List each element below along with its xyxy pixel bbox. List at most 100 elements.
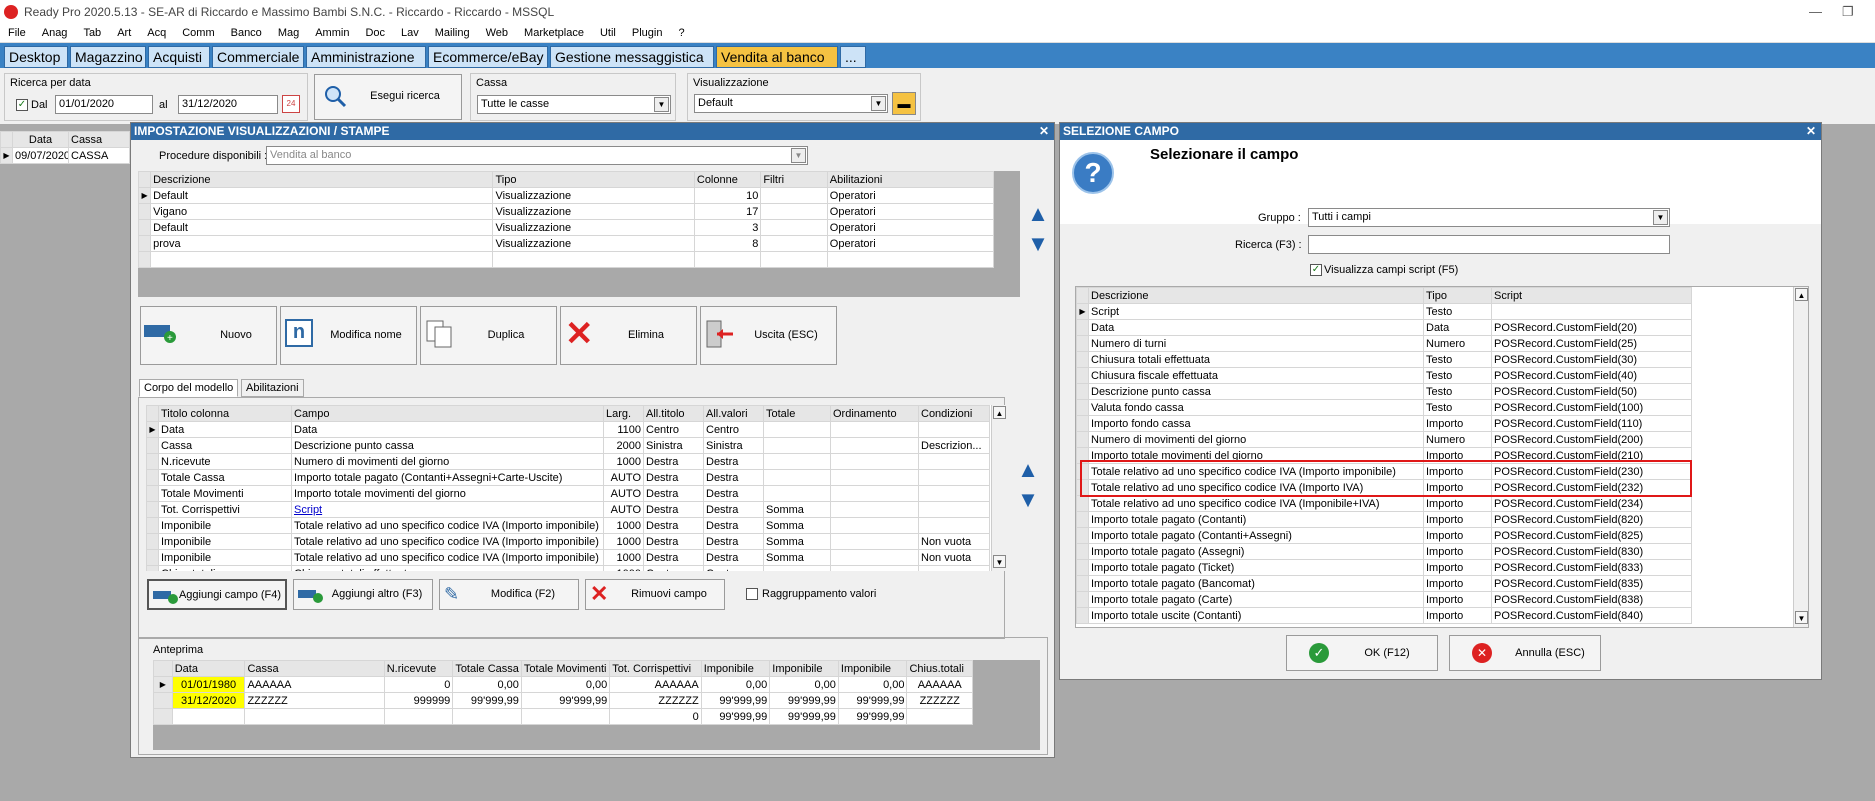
table-cell[interactable]: 0 [383,676,454,693]
table-cell[interactable]: Visualizzazione [492,203,695,220]
table-cell[interactable]: Tot. Corrispettivi [158,501,292,518]
table-cell[interactable]: Imponibile [158,533,292,550]
exit-button[interactable]: Uscita (ESC) [700,306,837,365]
add-field-button[interactable]: Aggiungi campo (F4) [147,579,287,610]
main-tab[interactable]: Ecommerce/eBay [428,46,548,68]
table-cell[interactable]: POSRecord.CustomField(50) [1491,383,1692,400]
table-row[interactable]: Default Visualizzazione 3 Operatori [138,219,995,236]
table-row[interactable]: Totale Cassa Importo totale pagato (Conta… [146,469,990,486]
table-cell[interactable] [383,708,454,725]
table-cell[interactable]: Importo [1423,607,1492,624]
menu-item[interactable]: ? [670,27,692,39]
menu-item[interactable]: Mag [270,27,307,39]
table-cell[interactable]: Destra [643,549,704,566]
group-select[interactable]: Tutti i campi ▼ [1308,208,1670,227]
table-row[interactable]: Valuta fondo cassa Testo POSRecord.CustomF… [1076,399,1692,416]
column-down-icon[interactable]: ▼ [1015,489,1041,513]
menu-item[interactable]: Tab [75,27,109,39]
table-cell[interactable]: Testo [1423,303,1492,320]
table-cell[interactable]: POSRecord.CustomField(835) [1491,575,1692,592]
main-tab[interactable]: ... [840,46,866,68]
table-row[interactable]: Imponibile Totale relativo ad uno specifi… [146,533,990,550]
grouping-checkbox[interactable] [746,588,758,600]
menu-item[interactable]: Banco [223,27,270,39]
scroll-down-icon[interactable]: ▼ [1795,611,1808,624]
table-cell[interactable]: prova [150,235,494,252]
close-icon[interactable]: ✕ [1039,123,1049,140]
search-button[interactable]: Esegui ricerca [314,74,462,120]
table-cell[interactable]: Numero di movimenti del giorno [1088,431,1424,448]
table-row[interactable]: ▶ Data Data 1100 Centro Centro [146,421,990,438]
table-cell[interactable]: Somma [763,517,831,534]
main-tab[interactable]: Magazzino [70,46,146,68]
edit-field-button[interactable]: ✎ Modifica (F2) [439,579,579,610]
table-cell[interactable]: Importo totale pagato (Bancomat) [1088,575,1424,592]
table-cell[interactable]: 1000 [603,517,644,534]
table-cell[interactable] [906,708,973,725]
close-icon[interactable]: ✕ [1806,123,1816,140]
calendar-icon[interactable]: 24 [282,95,300,113]
table-cell[interactable]: Testo [1423,399,1492,416]
table-cell[interactable]: Importo [1423,543,1492,560]
menu-item[interactable]: Util [592,27,624,39]
column-header[interactable]: Campo [291,405,604,422]
table-cell[interactable]: Somma [763,501,831,518]
table-cell[interactable]: Totale relativo ad uno specifico codice … [291,533,604,550]
table-cell[interactable] [918,517,990,534]
table-cell[interactable]: 99'999,99 [837,708,908,725]
column-header[interactable]: Imponibile [769,660,839,677]
view-select[interactable]: Default ▼ [694,94,888,113]
table-row[interactable]: Chius.totaliChiusura totali effettuata10… [146,565,990,571]
duplicate-button[interactable]: Duplica [420,306,557,365]
table-cell[interactable]: Importo totale uscite (Contanti) [1088,607,1424,624]
table-cell[interactable] [452,708,522,725]
table-cell[interactable] [830,501,919,518]
table-cell[interactable]: Importo totale pagato (Contanti+Assegni) [1088,527,1424,544]
add-other-button[interactable]: Aggiungi altro (F3) [293,579,433,610]
table-cell[interactable] [830,533,919,550]
table-row[interactable]: prova Visualizzazione 8 Operatori [138,235,995,252]
table-row[interactable]: Totale relativo ad uno specifico codice … [1076,495,1692,512]
table-row[interactable]: 31/12/2020 ZZZZZZ 999999 99'999,99 99'999,99… [153,692,973,709]
table-row[interactable]: Numero di turni Numero POSRecord.CustomFie… [1076,335,1692,352]
table-cell[interactable]: Destra [643,517,704,534]
table-cell[interactable]: Data [1423,319,1492,336]
table-cell[interactable]: Descrizion... [918,437,990,454]
table-row[interactable]: Importo totale pagato (Bancomat) Importo P… [1076,575,1692,592]
column-header[interactable]: Larg. [603,405,644,422]
column-header[interactable]: Condizioni [918,405,990,422]
table-cell[interactable]: Non vuota [918,549,990,566]
date-to-field[interactable]: 31/12/2020 [178,95,278,114]
table-cell[interactable]: ZZZZZZ [244,692,385,709]
table-row[interactable]: Descrizione punto cassa Testo POSRecord.Cu… [1076,383,1692,400]
cancel-button[interactable]: ✕ Annulla (ESC) [1449,635,1601,671]
table-cell[interactable]: Destra [703,469,764,486]
column-header[interactable]: Tipo [1423,287,1492,304]
table-cell[interactable]: Operatori [826,219,995,236]
table-cell[interactable]: 1000 [603,453,644,470]
table-cell[interactable]: POSRecord.CustomField(838) [1491,591,1692,608]
date-from-field[interactable]: 01/01/2020 [55,95,153,114]
table-cell[interactable]: POSRecord.CustomField(25) [1491,335,1692,352]
table-cell[interactable]: AUTO [603,501,644,518]
table-cell[interactable]: 31/12/2020 [171,692,246,709]
table-cell[interactable]: Cassa [158,437,292,454]
table-cell[interactable]: 99'999,99 [837,692,908,709]
table-cell[interactable]: Centro [643,421,704,438]
table-cell[interactable] [520,708,611,725]
table-cell[interactable]: Totale relativo ad uno specifico codice … [291,549,604,566]
table-cell[interactable]: 0 [609,708,702,725]
table-cell[interactable]: Data [158,421,292,438]
table-cell[interactable]: Totale Cassa [158,469,292,486]
table-cell[interactable]: 01/01/1980 [171,676,246,693]
table-cell[interactable]: Default [150,219,494,236]
table-cell[interactable]: Destra [703,485,764,502]
table-cell[interactable]: POSRecord.CustomField(100) [1491,399,1692,416]
table-cell[interactable]: Importo [1423,591,1492,608]
chevron-down-icon[interactable]: ▼ [1653,210,1668,225]
table-cell[interactable]: POSRecord.CustomField(833) [1491,559,1692,576]
table-row[interactable]: Importo totale pagato (Contanti+Assegni)… [1076,527,1692,544]
table-cell[interactable] [918,565,990,571]
table-cell[interactable]: Importo [1423,495,1492,512]
table-cell[interactable] [918,453,990,470]
